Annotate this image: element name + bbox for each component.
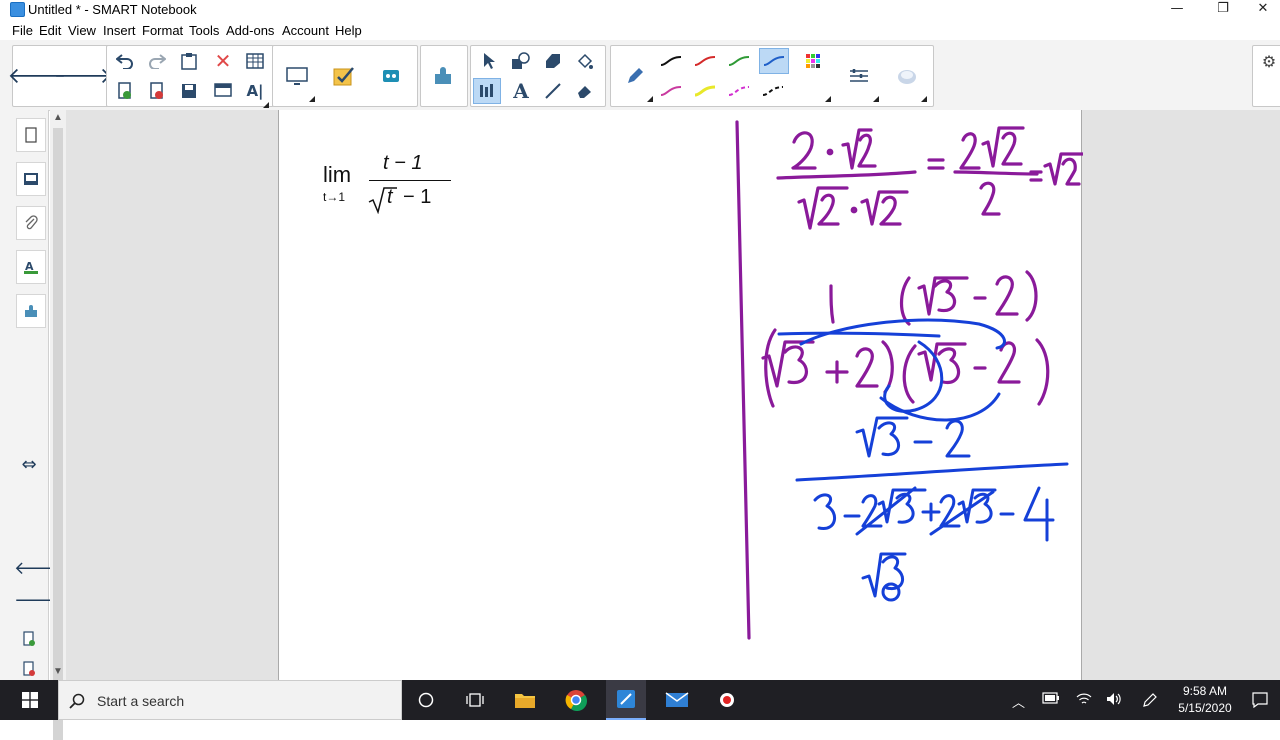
addons-icon[interactable] (423, 48, 463, 104)
lab-icon[interactable] (371, 48, 411, 104)
navigation-group: 🡐 🡒 (8, 45, 113, 107)
menu-edit[interactable]: Edit (39, 23, 61, 38)
move-sidebar-icon[interactable]: ⇔ (14, 454, 44, 475)
add-page-icon[interactable] (111, 78, 139, 104)
menu-view[interactable]: View (68, 23, 96, 38)
page-sorter-icon[interactable] (16, 118, 46, 152)
cortana-icon[interactable] (413, 688, 439, 712)
volume-icon[interactable] (1106, 692, 1122, 710)
search-placeholder: Start a search (97, 693, 185, 709)
pen-color-red[interactable] (691, 48, 719, 74)
smart-notebook-taskbar-icon[interactable] (606, 680, 646, 720)
menu-help[interactable]: Help (335, 23, 362, 38)
notifications-icon[interactable] (1252, 692, 1268, 712)
show-hidden-icons-icon[interactable]: ︿ (1012, 692, 1025, 711)
undo-icon[interactable] (111, 48, 139, 74)
taskbar-search-box[interactable]: Start a search (58, 680, 402, 720)
search-icon (69, 693, 85, 709)
window-title: Untitled * - SMART Notebook (28, 2, 197, 17)
table-icon[interactable] (241, 48, 269, 74)
windows-logo-icon (22, 692, 38, 708)
line-icon[interactable] (539, 78, 567, 104)
save-icon[interactable] (175, 78, 203, 104)
pen-color-yellow[interactable] (691, 78, 719, 104)
back-arrow-icon[interactable]: 🡐 (8, 48, 67, 104)
smart-notebook-app-icon (10, 2, 25, 17)
scroll-up-icon[interactable]: ▲ (50, 110, 66, 126)
menu-account[interactable]: Account (282, 23, 329, 38)
menu-format[interactable]: Format (142, 23, 183, 38)
pen-color-magenta[interactable] (657, 78, 685, 104)
select-icon[interactable] (475, 48, 503, 74)
gallery-icon[interactable] (16, 162, 46, 196)
pen-workspace-icon[interactable] (1142, 692, 1158, 712)
pen-color-blue[interactable] (759, 48, 789, 74)
fill-icon[interactable] (571, 48, 599, 74)
addons-group (420, 45, 468, 107)
edit-group: ✕ A| (106, 45, 274, 108)
battery-icon[interactable] (1042, 692, 1060, 708)
minimize-button[interactable]: — (1154, 0, 1200, 20)
delete-icon[interactable]: ✕ (209, 48, 237, 74)
previous-page-icon[interactable]: 🡐 (14, 558, 62, 579)
screen-shade-icon[interactable] (209, 78, 237, 104)
scroll-thumb[interactable] (53, 128, 63, 740)
settings-group: ⚙ (1252, 45, 1280, 107)
redo-icon[interactable] (143, 48, 171, 74)
pen-color-pink-dashed[interactable] (725, 78, 753, 104)
pen-group (610, 45, 934, 107)
title-bar: Untitled * - SMART Notebook — ❐ ✕ (0, 0, 1280, 20)
whiteboard-page[interactable]: lim t→1 t − 1 t − 1 (278, 110, 1083, 680)
gear-icon[interactable]: ⚙ (1255, 48, 1280, 74)
shapes-icon[interactable] (507, 48, 535, 74)
add-page-side-icon[interactable] (14, 622, 44, 656)
close-button[interactable]: ✕ (1240, 0, 1280, 20)
eraser-icon[interactable] (571, 78, 599, 104)
menu-tools[interactable]: Tools (189, 23, 219, 38)
taskbar: Start a search ︿ 9:58 AM 5/15/2020 (0, 680, 1280, 720)
activities-group (272, 45, 418, 107)
text-icon[interactable]: A (507, 78, 535, 104)
wifi-icon[interactable] (1076, 692, 1092, 710)
addons-tab-icon[interactable] (16, 294, 46, 328)
taskbar-clock[interactable]: 9:58 AM 5/15/2020 (1172, 683, 1238, 717)
attachments-icon[interactable] (16, 206, 46, 240)
mail-icon[interactable] (664, 688, 690, 712)
clock-time: 9:58 AM (1182, 684, 1228, 698)
properties-icon[interactable]: A (16, 250, 46, 284)
text-format-icon[interactable]: A| (241, 78, 269, 104)
clock-date: 5/15/2020 (1178, 701, 1232, 715)
file-explorer-icon[interactable] (512, 688, 538, 712)
windows-start-button[interactable] (0, 680, 58, 720)
menu-bar: File Edit View Insert Format Tools Add-o… (0, 20, 1280, 40)
task-view-icon[interactable] (462, 688, 488, 712)
tools-group: A (470, 45, 606, 107)
toolbar: 🡐 🡒 ✕ A| A ⚙ (0, 40, 1280, 111)
measure-icon[interactable] (473, 78, 501, 104)
forward-arrow-icon[interactable]: 🡒 (54, 48, 113, 104)
chrome-icon[interactable] (563, 688, 589, 712)
screen-recorder-icon[interactable] (714, 688, 740, 712)
scroll-down-icon[interactable]: ▼ (50, 664, 66, 680)
pen-color-green[interactable] (725, 48, 753, 74)
menu-insert[interactable]: Insert (103, 23, 136, 38)
eraser-shape-icon[interactable] (539, 48, 567, 74)
side-tab-bar: A ⇔ 🡐 🡒 (0, 110, 62, 680)
pen-color-black-dashed[interactable] (759, 78, 787, 104)
paste-icon[interactable] (175, 48, 203, 74)
delete-page-icon[interactable] (143, 78, 171, 104)
next-page-icon[interactable]: 🡒 (14, 590, 62, 611)
menu-file[interactable]: File (12, 23, 33, 38)
response-icon[interactable] (324, 48, 364, 104)
handwriting-layer (735, 120, 1083, 640)
menu-addons[interactable]: Add-ons (226, 23, 274, 38)
pen-color-black[interactable] (657, 48, 685, 74)
vertical-scrollbar[interactable]: ▲ ▼ (50, 110, 66, 740)
color-palette-icon[interactable] (799, 48, 827, 74)
